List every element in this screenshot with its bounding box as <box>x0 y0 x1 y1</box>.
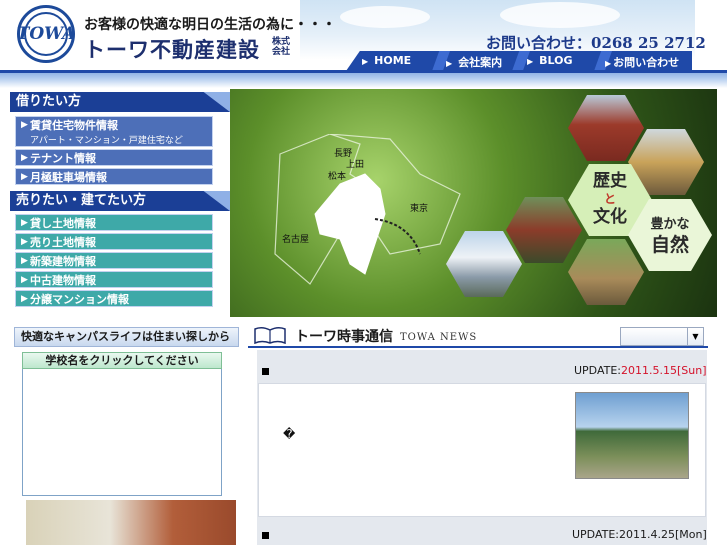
company-logo[interactable]: TOWA <box>17 5 75 63</box>
school-select-button[interactable]: 学校名をクリックしてください <box>22 352 222 369</box>
menu-item-land-lease[interactable]: ▶ 貸し土地情報 <box>15 214 213 231</box>
menu-item-sublabel: アパート・マンション・戸建住宅など <box>30 136 183 146</box>
region-map <box>274 134 461 285</box>
campus-photo <box>26 500 236 545</box>
arrow-right-icon: ▶ <box>21 256 28 266</box>
hex-history-text: 歴史 と 文化 <box>580 172 640 226</box>
update-prefix: UPDATE: <box>572 528 620 541</box>
menu-item-label: 月極駐車場情報 <box>30 171 107 184</box>
news-entry-photo[interactable] <box>575 392 689 479</box>
menu-item-label: 新築建物情報 <box>30 255 96 268</box>
news-entry-text: � <box>283 427 296 441</box>
hero-banner: 長野 上田 松本 東京 名古屋 歴史 と 文化 豊かな 自然 <box>230 89 717 317</box>
campus-panel-header: 快適なキャンパスライフは住まい探しから <box>14 327 239 347</box>
map-label: 名古屋 <box>282 235 310 245</box>
arrow-right-icon: ▶ <box>21 172 28 182</box>
menu-item-rental-housing[interactable]: ▶ 賃貸住宅物件情報 アパート・マンション・戸建住宅など <box>15 116 213 147</box>
logo-text: TOWA <box>16 24 76 44</box>
menu-buy-header: 売りたい・建てたい方 <box>10 191 230 211</box>
update-prefix: UPDATE: <box>574 364 622 377</box>
menu-item-label: 中古建物情報 <box>30 274 96 287</box>
map-label: 上田 <box>346 160 365 170</box>
menu-item-label: 賃貸住宅物件情報 <box>30 119 118 132</box>
bullet-square-icon <box>262 532 269 539</box>
nav-contact-label: お問い合わせ <box>613 56 680 69</box>
header-divider <box>0 70 727 73</box>
update-date-value: 2011.5.15[Sun] <box>621 364 707 377</box>
arrow-right-icon: ▶ <box>21 120 28 130</box>
menu-item-parking[interactable]: ▶ 月極駐車場情報 <box>15 168 213 185</box>
bullet-square-icon <box>262 368 269 375</box>
company-name: トーワ不動産建設 <box>84 38 260 62</box>
book-icon <box>254 326 286 344</box>
news-title: トーワ時事通信 <box>295 329 393 345</box>
nav-home-label: HOME <box>374 54 412 67</box>
arrow-right-icon: ▶ <box>362 57 369 66</box>
tagline: お客様の快適な明日の生活の為に・・・ <box>84 17 336 33</box>
menu-item-label: 貸し土地情報 <box>30 217 96 230</box>
campus-school-list[interactable] <box>22 352 222 496</box>
menu-item-new-building[interactable]: ▶ 新築建物情報 <box>15 252 213 269</box>
news-update-date: UPDATE:2011.5.15[Sun] <box>574 364 707 377</box>
menu-item-tenant[interactable]: ▶ テナント情報 <box>15 149 213 166</box>
news-archive-select[interactable]: ▼ <box>620 327 704 346</box>
nav-home[interactable]: ▶ HOME <box>362 54 411 67</box>
map-label: 松本 <box>328 172 347 182</box>
menu-item-label: 売り土地情報 <box>30 236 96 249</box>
nav-company[interactable]: ▶ 会社案内 <box>446 54 502 70</box>
nav-company-label: 会社案内 <box>458 56 503 69</box>
menu-item-land-sale[interactable]: ▶ 売り土地情報 <box>15 233 213 250</box>
hex-history-line: 文化 <box>593 207 627 227</box>
hex-nature-line: 自然 <box>650 234 689 256</box>
arrow-right-icon: ▶ <box>21 237 28 247</box>
menu-item-used-building[interactable]: ▶ 中古建物情報 <box>15 271 213 288</box>
arrow-right-icon: ▶ <box>21 294 28 304</box>
arrow-right-icon: ▶ <box>605 59 612 68</box>
menu-rent-header: 借りたい方 <box>10 92 230 112</box>
company-suffix: 株式会社 <box>271 37 290 57</box>
chevron-down-icon: ▼ <box>687 328 703 345</box>
arrow-right-icon: ▶ <box>21 218 28 228</box>
arrow-right-icon: ▶ <box>21 153 28 163</box>
news-update-date: UPDATE:2011.4.25[Mon] <box>572 528 707 541</box>
nav-blog[interactable]: ▶ BLOG <box>527 54 573 67</box>
arrow-right-icon: ▶ <box>527 57 534 66</box>
menu-item-label: 分譲マンション情報 <box>30 293 129 306</box>
hex-history-line: と <box>603 192 616 206</box>
map-label: 東京 <box>410 204 429 214</box>
menu-item-condominium[interactable]: ▶ 分譲マンション情報 <box>15 290 213 307</box>
arrow-right-icon: ▶ <box>446 59 453 68</box>
hex-photo-shrine <box>568 239 644 305</box>
hex-photo-pagoda <box>506 197 582 263</box>
contact-phone: お問い合わせ：0268 25 2712 <box>486 34 706 52</box>
hex-photo-brick-building <box>568 95 644 161</box>
hex-history-line: 歴史 <box>593 171 627 191</box>
hex-nature-line: 豊かな <box>650 217 690 232</box>
nav-blog-label: BLOG <box>539 54 573 67</box>
arrow-right-icon: ▶ <box>21 275 28 285</box>
nav-contact[interactable]: ▶ お問い合わせ <box>605 54 679 70</box>
menu-item-label: テナント情報 <box>30 152 96 165</box>
hex-nature-text: 豊かな 自然 <box>640 215 700 255</box>
news-subtitle: TOWA NEWS <box>400 332 478 343</box>
update-date-value: 2011.4.25[Mon] <box>619 528 707 541</box>
